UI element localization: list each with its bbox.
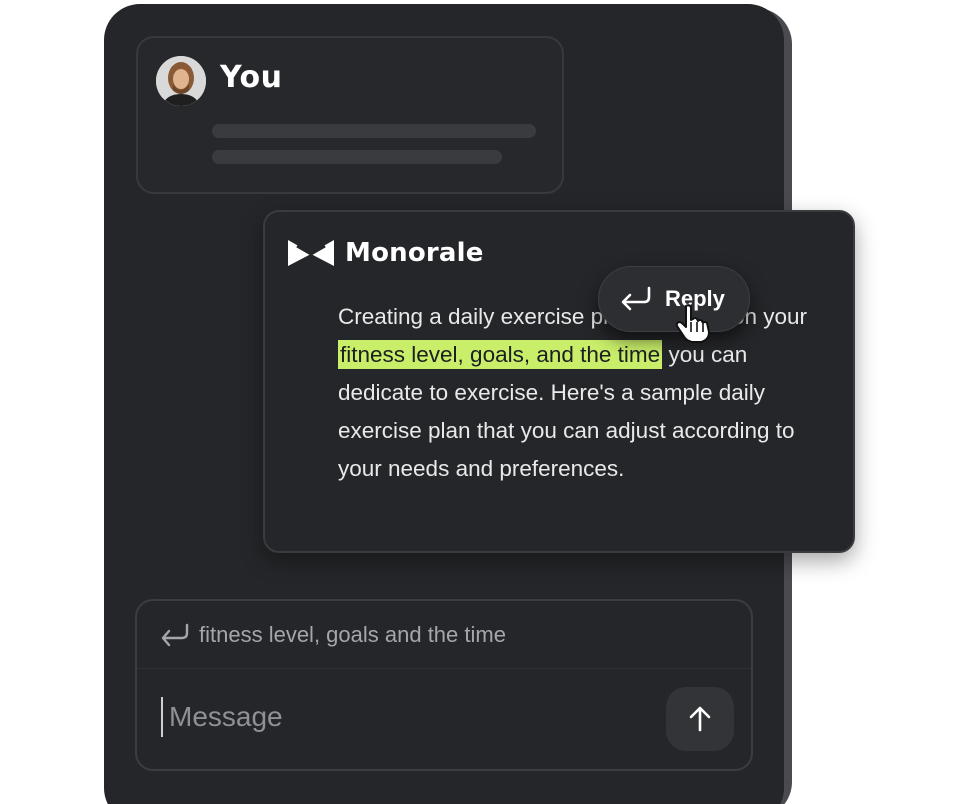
reply-arrow-icon <box>621 286 651 311</box>
arrow-up-icon <box>689 706 711 732</box>
user-message-card: You <box>136 36 564 194</box>
assistant-brand: Monorale <box>287 238 484 268</box>
stage: You Monorale Creating a daily exercise p… <box>0 0 956 804</box>
hand-cursor-icon <box>675 304 710 343</box>
message-composer: fitness level, goals and the time <box>135 599 753 771</box>
assistant-message-text[interactable]: Creating a daily exercise plan depends o… <box>338 298 838 488</box>
user-name: You <box>220 60 283 95</box>
assistant-message-card: Monorale Creating a daily exercise plan … <box>263 210 855 553</box>
message-input[interactable] <box>161 697 649 737</box>
monorale-logo-icon <box>288 240 334 266</box>
brand-name: Monorale <box>345 238 484 268</box>
send-button[interactable] <box>666 687 734 751</box>
reply-quote: fitness level, goals and the time <box>137 601 751 669</box>
message-placeholder-line <box>212 150 502 164</box>
quoted-text: fitness level, goals and the time <box>199 621 506 647</box>
user-avatar <box>156 56 206 106</box>
highlighted-selection[interactable]: fitness level, goals, and the time <box>338 340 663 369</box>
message-placeholder-line <box>212 124 536 138</box>
reply-arrow-icon <box>161 623 189 646</box>
